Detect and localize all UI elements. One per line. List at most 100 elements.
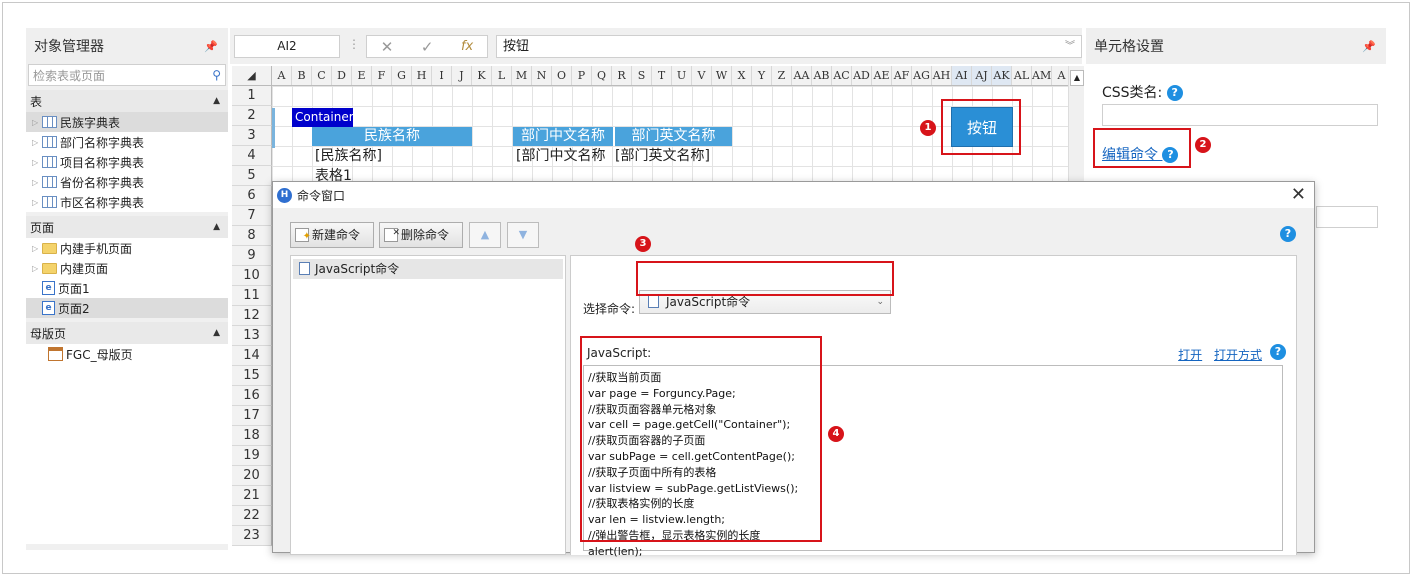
column-header[interactable]: V	[692, 66, 712, 85]
row-header[interactable]: 9	[232, 246, 272, 266]
table2-cell-en[interactable]: [部门英文名称]	[615, 146, 710, 166]
collapse-icon[interactable]: ▲	[213, 222, 220, 232]
expand-arrow-icon[interactable]: ▷	[32, 138, 42, 147]
column-header[interactable]: M	[512, 66, 532, 85]
pin-icon[interactable]: 📌	[1362, 40, 1376, 53]
column-header[interactable]: H	[412, 66, 432, 85]
table1-cell[interactable]: [民族名称]	[315, 146, 382, 166]
column-header[interactable]: AJ	[972, 66, 992, 85]
table2-header-en[interactable]: 部门英文名称	[615, 127, 732, 146]
column-header[interactable]: E	[352, 66, 372, 85]
column-header[interactable]: B	[292, 66, 312, 85]
row-header[interactable]: 1	[232, 86, 272, 106]
table1-header[interactable]: 民族名称	[312, 127, 472, 146]
tree-item-table[interactable]: ▷ 部门名称字典表	[26, 132, 228, 152]
tree-item-page[interactable]: e 页面2	[26, 298, 228, 318]
row-header[interactable]: 4	[232, 146, 272, 166]
column-header[interactable]: S	[632, 66, 652, 85]
section-masters[interactable]: 母版页 ▲	[26, 322, 228, 344]
pin-icon[interactable]: 📌	[204, 40, 218, 53]
row-header[interactable]: 5	[232, 166, 272, 186]
expand-arrow-icon[interactable]: ▷	[32, 198, 42, 207]
collapse-icon[interactable]: ▲	[213, 328, 220, 338]
row-header[interactable]: 17	[232, 406, 272, 426]
row-header[interactable]: 12	[232, 306, 272, 326]
open-with-link[interactable]: 打开方式	[1214, 348, 1262, 362]
row-header[interactable]: 15	[232, 366, 272, 386]
row-header[interactable]: 6	[232, 186, 272, 206]
cancel-icon[interactable]: ✕	[381, 38, 394, 56]
table2-header-cn[interactable]: 部门中文名称	[513, 127, 613, 146]
column-header[interactable]: AE	[872, 66, 892, 85]
column-header[interactable]: Y	[752, 66, 772, 85]
search-icon[interactable]: ⚲	[212, 68, 221, 82]
confirm-icon[interactable]: ✓	[421, 38, 434, 56]
move-down-button[interactable]: ▼	[507, 222, 539, 248]
row-header[interactable]: 16	[232, 386, 272, 406]
column-header[interactable]: C	[312, 66, 332, 85]
row-header[interactable]: 18	[232, 426, 272, 446]
row-header[interactable]: 22	[232, 506, 272, 526]
column-header[interactable]: Q	[592, 66, 612, 85]
tree-item-folder[interactable]: ▷ 内建页面	[26, 258, 228, 278]
column-header[interactable]: AF	[892, 66, 912, 85]
column-header[interactable]: Z	[772, 66, 792, 85]
column-header[interactable]: AC	[832, 66, 852, 85]
row-header[interactable]: 21	[232, 486, 272, 506]
column-header[interactable]: F	[372, 66, 392, 85]
column-header[interactable]: D	[332, 66, 352, 85]
column-header[interactable]: L	[492, 66, 512, 85]
container-cell-label[interactable]: Container	[292, 108, 354, 127]
column-header[interactable]: AH	[932, 66, 952, 85]
column-header[interactable]: R	[612, 66, 632, 85]
settings-input[interactable]	[1316, 206, 1378, 228]
row-header[interactable]: 7	[232, 206, 272, 226]
column-header[interactable]: T	[652, 66, 672, 85]
tree-item-folder[interactable]: ▷ 内建手机页面	[26, 238, 228, 258]
expand-arrow-icon[interactable]: ▷	[32, 264, 42, 273]
table2-cell-cn[interactable]: [部门中文名称	[516, 146, 605, 166]
row-header[interactable]: 8	[232, 226, 272, 246]
section-tables[interactable]: 表 ▲	[26, 90, 228, 112]
expand-arrow-icon[interactable]: ▷	[32, 244, 42, 253]
row-header[interactable]: 20	[232, 466, 272, 486]
close-icon[interactable]: ✕	[1291, 184, 1306, 205]
column-header[interactable]: O	[552, 66, 572, 85]
row-header[interactable]: 2	[232, 106, 272, 126]
column-header[interactable]: AK	[992, 66, 1012, 85]
tree-item-page[interactable]: e 页面1	[26, 278, 228, 298]
object-search-input[interactable]: 检索表或页面 ⚲	[28, 64, 226, 86]
column-header[interactable]: P	[572, 66, 592, 85]
column-header[interactable]: A	[272, 66, 292, 85]
column-header[interactable]: U	[672, 66, 692, 85]
formula-input[interactable]: 按钮 ︾	[496, 35, 1082, 58]
column-header[interactable]: I	[432, 66, 452, 85]
column-header[interactable]: W	[712, 66, 732, 85]
scroll-up-icon[interactable]: ▲	[1070, 70, 1084, 86]
expand-arrow-icon[interactable]: ▷	[32, 118, 42, 127]
move-up-button[interactable]: ▲	[469, 222, 501, 248]
new-command-button[interactable]: ✦ 新建命令	[290, 222, 374, 248]
expand-arrow-icon[interactable]: ▷	[32, 178, 42, 187]
column-header[interactable]: AD	[852, 66, 872, 85]
row-header[interactable]: 10	[232, 266, 272, 286]
tree-item-master[interactable]: FGC_母版页	[26, 344, 228, 364]
tree-item-table[interactable]: ▷ 省份名称字典表	[26, 172, 228, 192]
select-all-corner[interactable]: ◢	[232, 66, 272, 85]
column-header[interactable]: J	[452, 66, 472, 85]
column-header[interactable]: AM	[1032, 66, 1052, 85]
column-header[interactable]: AG	[912, 66, 932, 85]
row-header[interactable]: 23	[232, 526, 272, 546]
expand-icon[interactable]: ︾	[1065, 36, 1075, 57]
tree-item-table[interactable]: ▷ 市区名称字典表	[26, 192, 228, 212]
expand-arrow-icon[interactable]: ▷	[32, 158, 42, 167]
column-header[interactable]: AI	[952, 66, 972, 85]
row-header[interactable]: 14	[232, 346, 272, 366]
command-list-item[interactable]: JavaScript命令	[293, 259, 563, 279]
column-header[interactable]: AL	[1012, 66, 1032, 85]
help-icon[interactable]: ?	[1270, 344, 1286, 360]
row-header[interactable]: 13	[232, 326, 272, 346]
collapse-icon[interactable]: ▲	[213, 96, 220, 106]
section-pages[interactable]: 页面 ▲	[26, 216, 228, 238]
cell-reference-box[interactable]: AI2	[234, 35, 340, 58]
